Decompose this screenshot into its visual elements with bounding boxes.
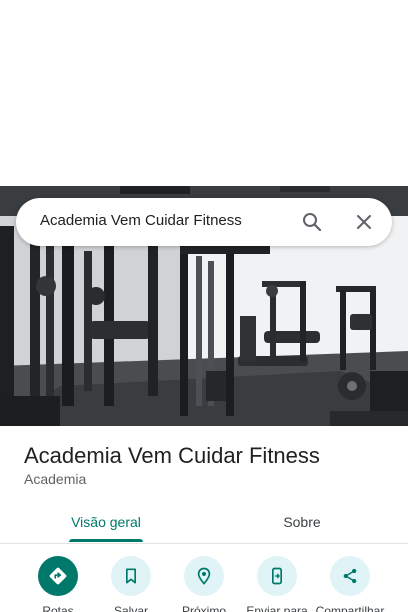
directions-button[interactable]: Rotas: [21, 556, 95, 612]
search-input[interactable]: Academia Vem Cuidar Fitness: [40, 212, 242, 229]
search-bar[interactable]: Academia Vem Cuidar Fitness: [16, 198, 392, 246]
place-details-screen: Academia Vem Cuidar Fitness Academia Vem…: [0, 0, 408, 612]
bookmark-icon: [111, 556, 151, 596]
tab-about[interactable]: Sobre: [250, 500, 354, 543]
place-title: Academia Vem Cuidar Fitness: [24, 443, 320, 468]
directions-icon: [38, 556, 78, 596]
close-icon[interactable]: [352, 210, 376, 234]
send-to-phone-icon: [257, 556, 297, 596]
save-button[interactable]: Salvar: [94, 556, 168, 612]
map-area[interactable]: [0, 0, 408, 186]
nearby-icon: [184, 556, 224, 596]
nearby-button[interactable]: Próximo: [167, 556, 241, 612]
send-to-label: Enviar para: [246, 604, 308, 612]
action-bar: Rotas Salvar Próximo Enviar para Compart…: [0, 544, 408, 612]
place-category: Academia: [24, 471, 87, 487]
tab-bar: Visão geral Sobre: [0, 500, 408, 544]
send-to-phone-button[interactable]: Enviar para: [240, 556, 314, 612]
active-tab-indicator: [69, 539, 143, 542]
tab-overview[interactable]: Visão geral: [52, 500, 160, 543]
directions-label: Rotas: [42, 604, 74, 612]
share-label: Compartilhar: [315, 604, 385, 612]
save-label: Salvar: [113, 604, 148, 612]
share-button[interactable]: Compartilhar: [313, 556, 387, 612]
share-icon: [330, 556, 370, 596]
search-icon[interactable]: [300, 210, 324, 234]
nearby-label: Próximo: [181, 604, 226, 612]
